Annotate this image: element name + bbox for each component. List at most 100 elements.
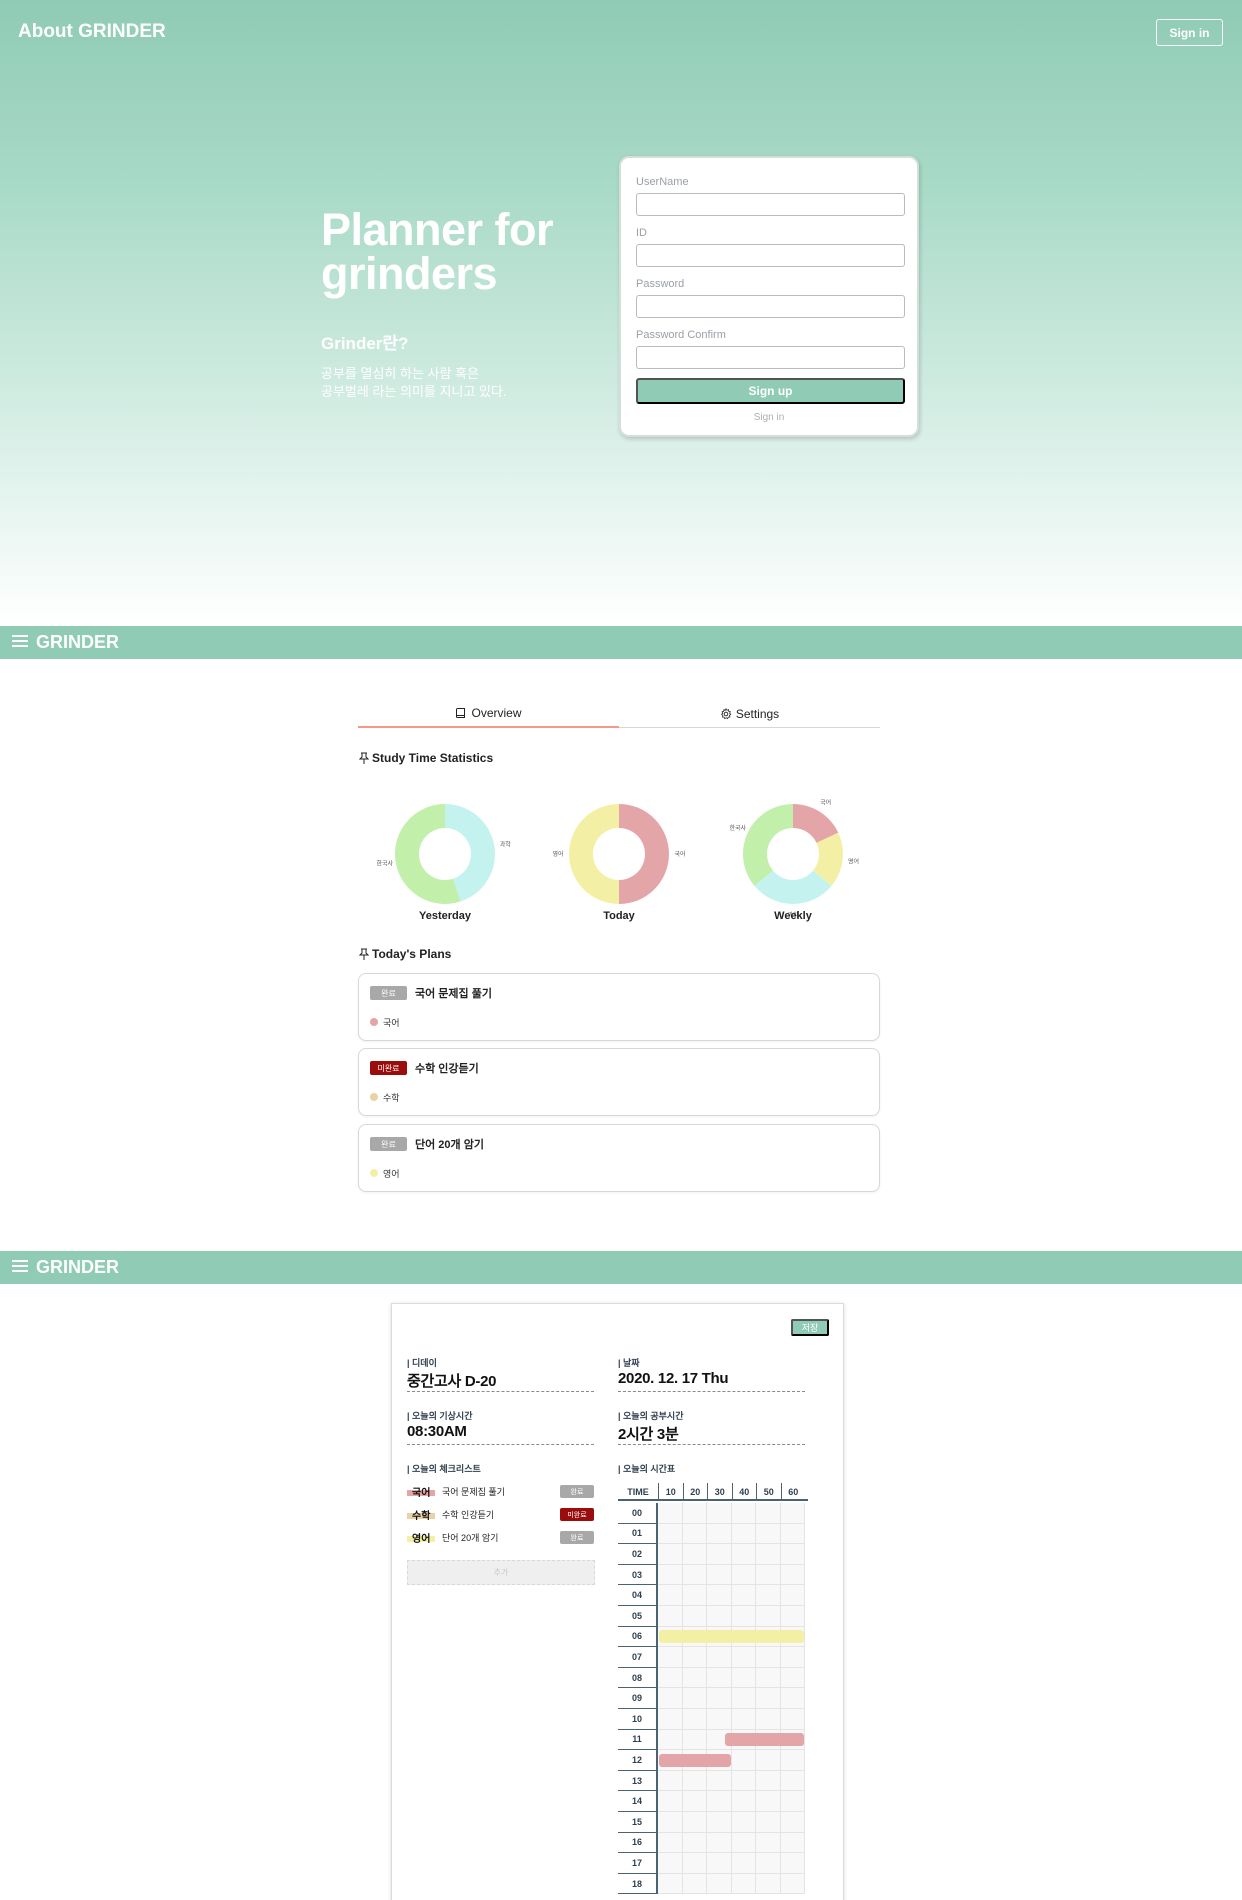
timetable-cell[interactable] xyxy=(658,1812,683,1833)
timetable-cell[interactable] xyxy=(780,1647,805,1668)
timetable-cell[interactable] xyxy=(756,1709,781,1730)
timetable-cell[interactable] xyxy=(756,1647,781,1668)
timetable-cell[interactable] xyxy=(780,1523,805,1545)
timetable-cell[interactable] xyxy=(731,1667,756,1689)
status-badge[interactable]: 완료 xyxy=(370,1137,407,1151)
timetable-cell[interactable] xyxy=(756,1873,781,1895)
tab-overview[interactable]: Overview xyxy=(358,700,619,728)
timetable-cell[interactable] xyxy=(707,1812,732,1833)
signin-link[interactable]: Sign in xyxy=(621,412,917,423)
timetable-cell[interactable] xyxy=(731,1812,756,1833)
timetable-cell[interactable] xyxy=(682,1503,707,1524)
timetable-cell[interactable] xyxy=(780,1688,805,1709)
timetable-cell[interactable] xyxy=(682,1853,707,1874)
timetable-cell[interactable] xyxy=(658,1873,683,1895)
timetable-cell[interactable] xyxy=(707,1564,732,1586)
timetable-cell[interactable] xyxy=(682,1688,707,1709)
timetable-cell[interactable] xyxy=(780,1812,805,1833)
timetable-cell[interactable] xyxy=(682,1709,707,1730)
timetable-cell[interactable] xyxy=(780,1791,805,1812)
timetable-cell[interactable] xyxy=(756,1564,781,1586)
timetable-cell[interactable] xyxy=(756,1853,781,1874)
timetable-cell[interactable] xyxy=(756,1503,781,1524)
timetable-cell[interactable] xyxy=(682,1770,707,1792)
timetable-cell[interactable] xyxy=(731,1585,756,1606)
timetable-cell[interactable] xyxy=(658,1503,683,1524)
timetable-cell[interactable] xyxy=(707,1791,732,1812)
timetable-cell[interactable] xyxy=(682,1564,707,1586)
timetable-cell[interactable] xyxy=(731,1791,756,1812)
wake-time-value[interactable]: 08:30AM xyxy=(407,1423,594,1445)
hero-signin-button[interactable]: Sign in xyxy=(1156,19,1223,46)
timetable-cell[interactable] xyxy=(658,1585,683,1606)
timetable-cell[interactable] xyxy=(682,1832,707,1854)
timetable-cell[interactable] xyxy=(731,1544,756,1565)
timetable-cell[interactable] xyxy=(731,1647,756,1668)
tab-settings[interactable]: Settings xyxy=(619,700,880,728)
id-input[interactable] xyxy=(636,244,905,267)
timetable-cell[interactable] xyxy=(780,1750,805,1771)
timetable-cell[interactable] xyxy=(682,1812,707,1833)
timetable-cell[interactable] xyxy=(756,1606,781,1627)
timetable-study-block[interactable] xyxy=(659,1753,731,1767)
checklist-item[interactable]: 국어 국어 문제집 풀기 완료 xyxy=(407,1483,595,1499)
timetable-cell[interactable] xyxy=(658,1544,683,1565)
timetable-cell[interactable] xyxy=(707,1853,732,1874)
timetable-cell[interactable] xyxy=(658,1729,683,1751)
timetable-cell[interactable] xyxy=(756,1688,781,1709)
timetable-cell[interactable] xyxy=(658,1853,683,1874)
add-checklist-button[interactable]: 추가 xyxy=(407,1560,595,1585)
nav-brand[interactable]: GRINDER xyxy=(36,1257,119,1278)
timetable-cell[interactable] xyxy=(682,1791,707,1812)
donut-slice-1[interactable] xyxy=(619,804,669,904)
timetable-cell[interactable] xyxy=(707,1770,732,1792)
hamburger-menu-icon[interactable] xyxy=(12,635,28,649)
timetable-cell[interactable] xyxy=(658,1647,683,1668)
timetable-cell[interactable] xyxy=(707,1667,732,1689)
timetable-cell[interactable] xyxy=(780,1873,805,1895)
timetable-cell[interactable] xyxy=(731,1770,756,1792)
study-time-value[interactable]: 2시간 3분 xyxy=(618,1423,805,1445)
timetable-cell[interactable] xyxy=(658,1606,683,1627)
timetable-cell[interactable] xyxy=(756,1832,781,1854)
username-input[interactable] xyxy=(636,193,905,216)
timetable-study-block[interactable] xyxy=(725,1733,804,1747)
timetable-cell[interactable] xyxy=(707,1873,732,1895)
checklist-item[interactable]: 수학 수학 인강듣기 미완료 xyxy=(407,1506,595,1522)
donut-slice-2[interactable] xyxy=(569,804,619,904)
timetable-cell[interactable] xyxy=(658,1523,683,1545)
status-badge[interactable]: 완료 xyxy=(370,986,407,1000)
timetable-cell[interactable] xyxy=(756,1812,781,1833)
timetable-cell[interactable] xyxy=(682,1544,707,1565)
timetable-cell[interactable] xyxy=(658,1709,683,1730)
timetable-cell[interactable] xyxy=(707,1503,732,1524)
timetable-cell[interactable] xyxy=(780,1564,805,1586)
timetable-cell[interactable] xyxy=(780,1770,805,1792)
timetable-cell[interactable] xyxy=(707,1544,732,1565)
timetable-cell[interactable] xyxy=(658,1688,683,1709)
timetable-cell[interactable] xyxy=(658,1770,683,1792)
timetable-cell[interactable] xyxy=(731,1853,756,1874)
timetable-cell[interactable] xyxy=(731,1750,756,1771)
timetable-cell[interactable] xyxy=(682,1523,707,1545)
timetable-cell[interactable] xyxy=(707,1585,732,1606)
timetable-cell[interactable] xyxy=(756,1770,781,1792)
password-input[interactable] xyxy=(636,295,905,318)
timetable-cell[interactable] xyxy=(756,1523,781,1545)
timetable-cell[interactable] xyxy=(756,1750,781,1771)
hero-brand[interactable]: About GRINDER xyxy=(18,21,166,43)
timetable-cell[interactable] xyxy=(707,1647,732,1668)
timetable-cell[interactable] xyxy=(731,1503,756,1524)
timetable-cell[interactable] xyxy=(756,1544,781,1565)
timetable-cell[interactable] xyxy=(756,1667,781,1689)
timetable-cell[interactable] xyxy=(731,1564,756,1586)
timetable-cell[interactable] xyxy=(780,1503,805,1524)
timetable-cell[interactable] xyxy=(780,1709,805,1730)
plan-card[interactable]: 완료 국어 문제집 풀기 국어 xyxy=(358,973,880,1041)
timetable-cell[interactable] xyxy=(682,1729,707,1751)
plan-card[interactable]: 완료 단어 20개 암기 영어 xyxy=(358,1124,880,1192)
timetable-cell[interactable] xyxy=(731,1832,756,1854)
timetable-cell[interactable] xyxy=(780,1585,805,1606)
password-confirm-input[interactable] xyxy=(636,346,905,369)
timetable-cell[interactable] xyxy=(731,1709,756,1730)
